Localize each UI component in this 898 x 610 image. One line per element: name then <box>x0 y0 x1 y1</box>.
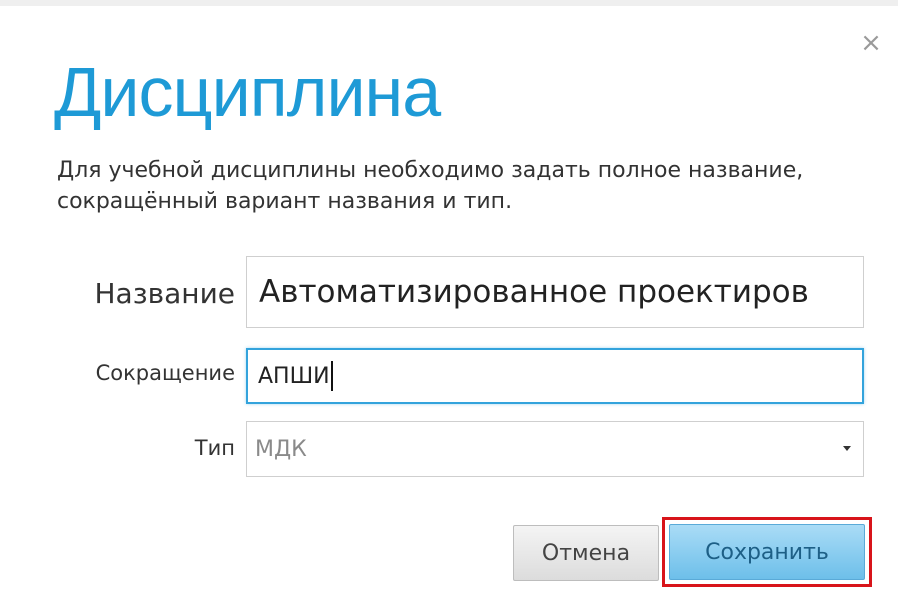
type-select-value: МДК <box>255 436 307 462</box>
dialog-title: Дисциплина <box>54 53 441 131</box>
type-label: Тип <box>194 436 235 460</box>
short-name-input-value: АПШИ <box>258 363 330 389</box>
text-cursor <box>330 361 333 391</box>
cancel-button[interactable]: Отмена <box>513 525 659 581</box>
name-input[interactable]: Автоматизированное проектиров <box>246 256 864 328</box>
short-name-label: Сокращение <box>95 361 235 385</box>
name-label: Название <box>94 277 236 310</box>
dialog-description: Для учебной дисциплины необходимо задать… <box>57 158 804 214</box>
type-select[interactable]: МДК <box>246 421 864 477</box>
close-icon[interactable]: × <box>858 30 884 56</box>
chevron-down-icon <box>843 446 851 451</box>
save-button[interactable]: Сохранить <box>669 524 865 580</box>
name-input-value: Автоматизированное проектиров <box>259 274 809 310</box>
discipline-dialog: × Дисциплина Для учебной дисциплины необ… <box>0 6 898 610</box>
short-name-input[interactable]: АПШИ <box>246 348 864 404</box>
